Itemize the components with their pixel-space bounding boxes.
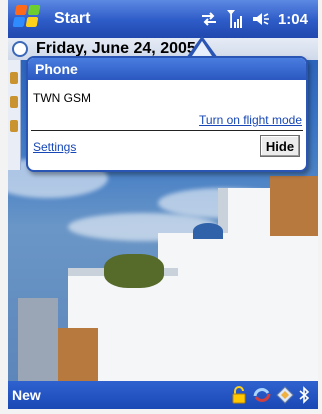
pocketpc-screen: Start 1:04 Friday, June 24, 2005 Phone T… (0, 0, 322, 414)
status-icons: 1:04 (200, 0, 308, 38)
clock-icon (12, 41, 28, 57)
inbox-icon[interactable] (10, 96, 18, 108)
signal-strength-icon[interactable] (226, 9, 244, 29)
windows-start-icon[interactable] (12, 5, 47, 33)
new-button[interactable]: New (12, 387, 41, 403)
system-tray (230, 381, 310, 409)
popup-title: Phone (28, 58, 306, 80)
flight-mode-link[interactable]: Turn on flight mode (199, 113, 302, 127)
connectivity-icon[interactable] (200, 11, 218, 27)
settings-link[interactable]: Settings (33, 140, 76, 154)
building-shadow (18, 298, 58, 381)
hide-button[interactable]: Hide (260, 135, 300, 157)
popup-divider (31, 130, 303, 131)
tree (104, 254, 164, 288)
top-taskbar: Start 1:04 (8, 0, 318, 38)
calendar-icon[interactable] (10, 120, 18, 132)
today-items-strip (8, 60, 21, 170)
clock-time[interactable]: 1:04 (278, 11, 308, 28)
start-title[interactable]: Start (54, 10, 90, 28)
bottom-taskbar: New (8, 381, 318, 409)
building (103, 338, 193, 381)
blue-dome (193, 223, 223, 239)
wireless-icon[interactable] (276, 386, 294, 404)
phone-popup: Phone TWN GSM Turn on flight mode Settin… (26, 56, 308, 172)
sync-icon[interactable] (252, 386, 272, 404)
volume-icon[interactable] (252, 11, 270, 27)
building (270, 176, 318, 236)
network-name: TWN GSM (33, 91, 91, 105)
bluetooth-icon[interactable] (298, 386, 310, 404)
lock-icon[interactable] (230, 386, 248, 404)
task-icon[interactable] (10, 72, 18, 84)
